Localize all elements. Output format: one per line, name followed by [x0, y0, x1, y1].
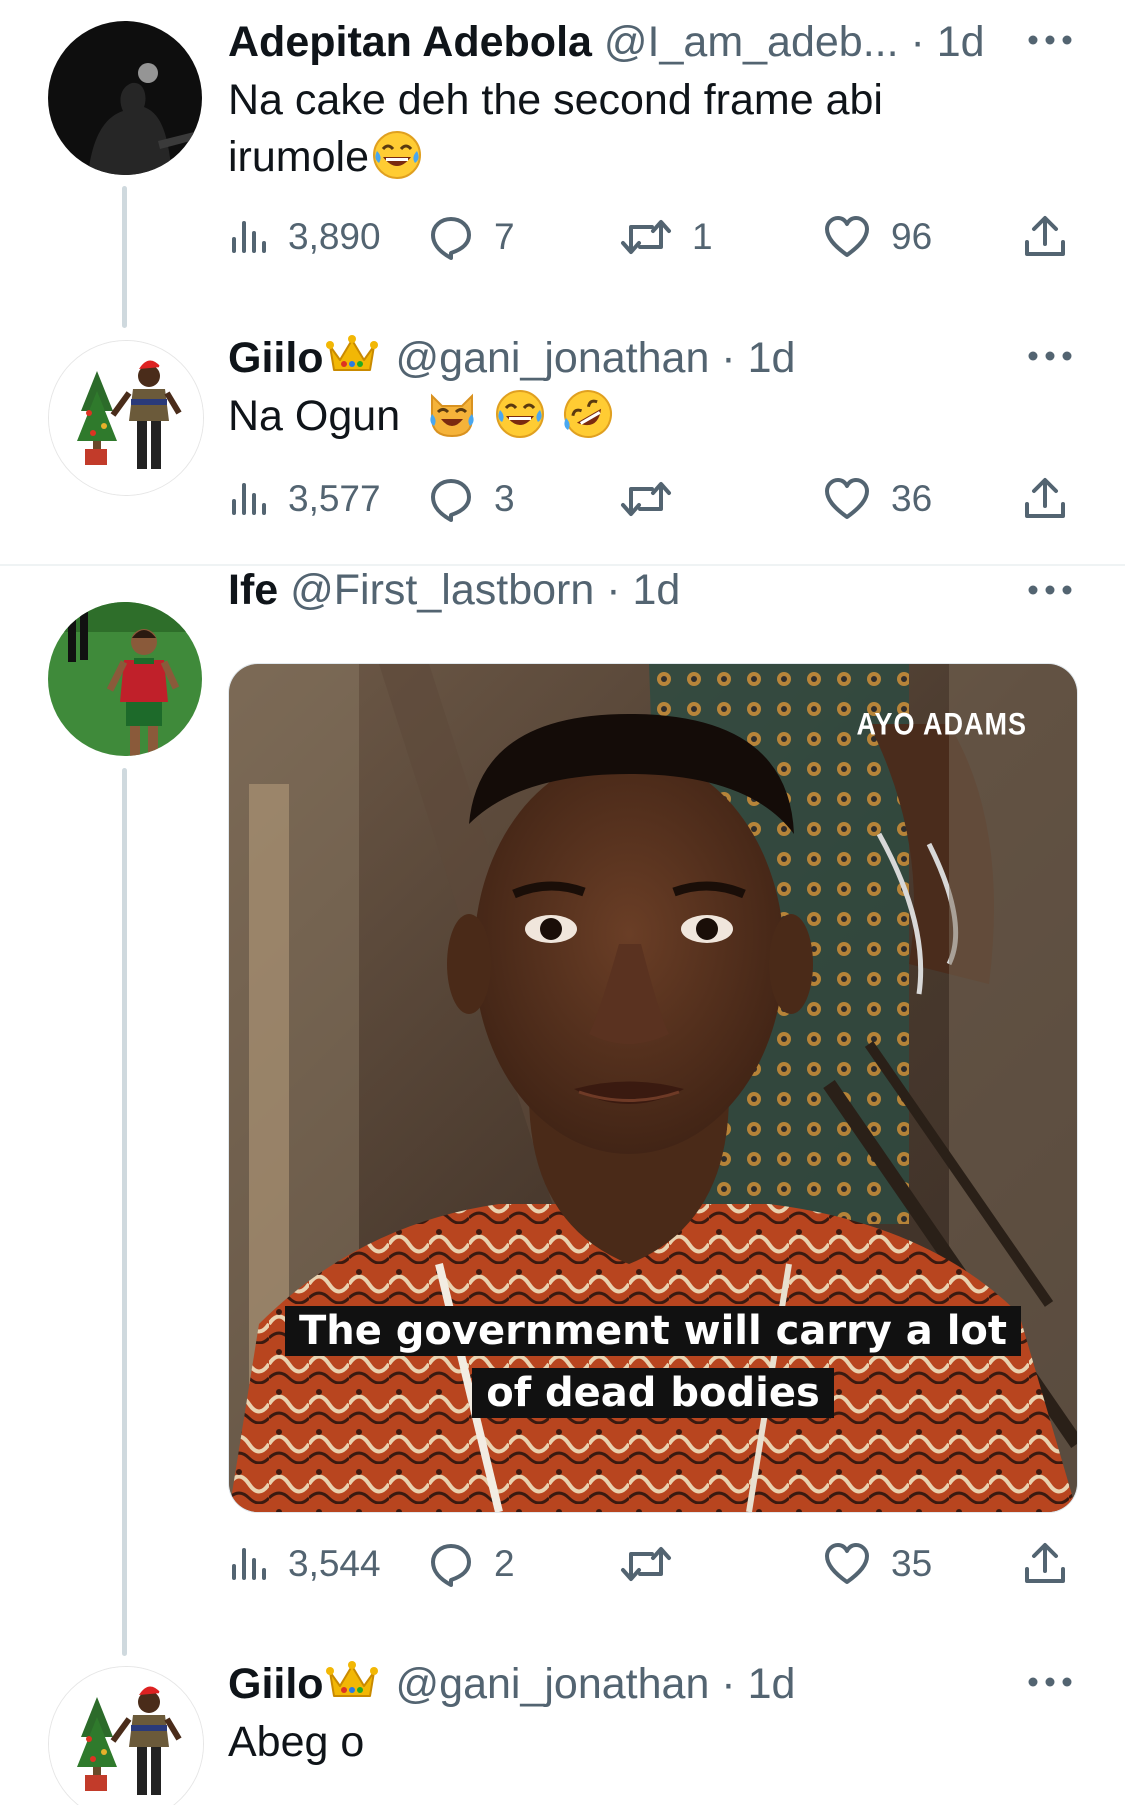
avatar[interactable]	[48, 1666, 204, 1805]
reply-icon	[431, 1544, 471, 1587]
retweet-button[interactable]	[620, 1534, 692, 1594]
reply-button[interactable]: 3	[428, 469, 515, 529]
caption-line: of dead bodies	[472, 1368, 834, 1418]
avatar[interactable]	[48, 21, 202, 175]
handle-and-time: @gani_jonathan · 1d	[395, 334, 796, 382]
like-icon	[825, 1543, 869, 1584]
tweet-media-image[interactable]: AYO ADAMS The government will carry a lo…	[228, 663, 1078, 1513]
reply-button[interactable]: 2	[428, 1534, 515, 1594]
reply-icon	[431, 479, 471, 522]
like-button[interactable]: 35	[823, 1534, 932, 1594]
like-button[interactable]: 36	[823, 469, 932, 529]
tweet-adepitan[interactable]: Adepitan Adebola @I_am_adeb... · 1d Na c…	[0, 0, 1125, 330]
share-button[interactable]	[1023, 207, 1067, 267]
tweet-giilo-2[interactable]: Giilo @gani_jonathan · 1d Abeg o	[0, 1656, 1125, 1805]
views-button[interactable]: 3,890	[228, 207, 381, 267]
crying-cat-emoji	[426, 388, 478, 455]
views-icon	[232, 1548, 266, 1580]
like-count: 36	[891, 478, 933, 519]
action-bar: 3,890 7 1 96	[228, 207, 1078, 267]
retweet-icon	[621, 220, 671, 254]
tweet-text: Na cake deh the second frame abi irumole	[228, 72, 1005, 196]
reply-count: 2	[494, 1543, 515, 1584]
caption-line: The government will carry a lot	[284, 1306, 1022, 1356]
rofl-emoji	[562, 388, 614, 455]
display-name[interactable]: Adepitan Adebola	[228, 18, 592, 66]
crown-emoji	[325, 332, 378, 388]
more-icon[interactable]	[1025, 30, 1075, 50]
thread-line	[122, 768, 127, 1656]
retweet-icon	[621, 482, 671, 516]
tweet-header: Adepitan Adebola @I_am_adeb... · 1d	[228, 12, 1065, 72]
laughing-emoji	[494, 388, 546, 455]
like-icon	[825, 216, 869, 257]
action-bar: 3,544 2 35	[228, 1534, 1078, 1594]
views-icon	[232, 483, 266, 515]
crown-emoji	[325, 1658, 378, 1714]
tweet-text: Na Ogun	[228, 388, 1005, 455]
more-icon[interactable]	[1025, 580, 1075, 600]
reply-button[interactable]: 7	[428, 207, 515, 267]
more-icon[interactable]	[1025, 346, 1075, 366]
views-icon	[232, 221, 266, 253]
tweet-text-line: Na cake deh the second frame abi	[228, 76, 883, 124]
share-button[interactable]	[1023, 469, 1067, 529]
tweet-header: Giilo @gani_jonathan · 1d	[228, 328, 1065, 388]
display-name[interactable]: Giilo	[228, 334, 324, 382]
tweet-ife[interactable]: Ife @First_lastborn · 1d AYO ADAMS The g…	[0, 566, 1125, 1656]
handle-and-time: @gani_jonathan · 1d	[395, 1660, 796, 1708]
views-button[interactable]: 3,577	[228, 469, 381, 529]
thread-line	[122, 186, 127, 328]
share-icon	[1025, 1543, 1065, 1583]
retweet-button[interactable]	[620, 469, 692, 529]
share-icon	[1025, 216, 1065, 256]
like-icon	[825, 478, 869, 519]
video-caption: The government will carry a lot of dead …	[229, 1300, 1077, 1424]
views-count: 3,544	[288, 1543, 381, 1584]
share-icon	[1025, 478, 1065, 518]
like-count: 35	[891, 1543, 933, 1584]
avatar[interactable]	[48, 602, 202, 756]
reply-icon	[431, 217, 471, 260]
like-count: 96	[891, 216, 933, 257]
laughing-emoji	[371, 129, 423, 196]
handle-and-time: @I_am_adeb... · 1d	[603, 18, 985, 66]
avatar[interactable]	[48, 340, 204, 496]
action-bar: 3,577 3 36	[228, 469, 1078, 529]
retweet-count: 1	[692, 216, 713, 257]
display-name[interactable]: Giilo	[228, 1660, 324, 1708]
retweet-button[interactable]: 1	[620, 207, 713, 267]
tweet-text-line: irumole	[228, 129, 1005, 196]
tweet-header: Ife @First_lastborn · 1d	[228, 560, 1065, 620]
like-button[interactable]: 96	[823, 207, 932, 267]
display-name[interactable]: Ife	[228, 566, 278, 614]
reply-feed: Adepitan Adebola @I_am_adeb... · 1d Na c…	[0, 0, 1125, 1805]
views-count: 3,890	[288, 216, 381, 257]
tweet-text: Abeg o	[228, 1718, 365, 1766]
tweet-giilo[interactable]: Giilo @gani_jonathan · 1d Na Ogun 3,577	[0, 330, 1125, 565]
reply-count: 3	[494, 478, 515, 519]
handle-and-time: @First_lastborn · 1d	[290, 566, 681, 614]
tweet-header: Giilo @gani_jonathan · 1d	[228, 1654, 1065, 1714]
video-watermark: AYO ADAMS	[856, 706, 1027, 742]
reply-count: 7	[494, 216, 515, 257]
views-count: 3,577	[288, 478, 381, 519]
views-button[interactable]: 3,544	[228, 1534, 381, 1594]
retweet-icon	[621, 1547, 671, 1581]
more-icon[interactable]	[1025, 1672, 1075, 1692]
share-button[interactable]	[1023, 1534, 1067, 1594]
